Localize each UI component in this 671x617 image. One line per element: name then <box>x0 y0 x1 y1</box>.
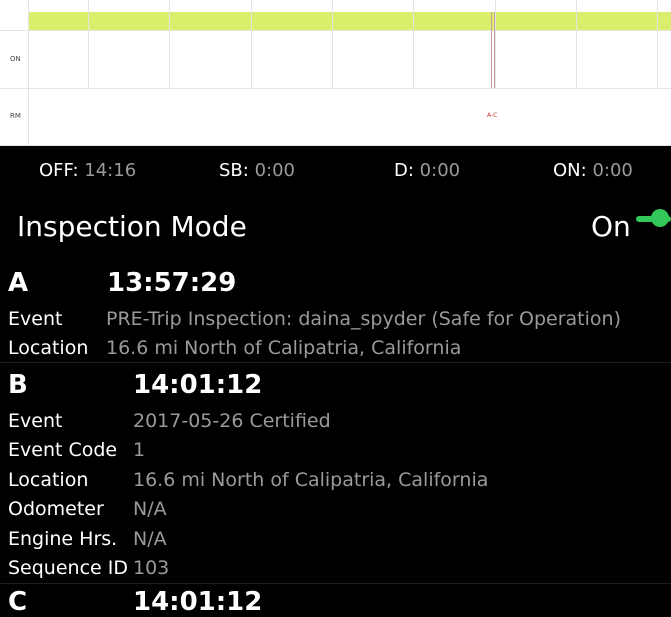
field-label-event-code: Event Code <box>8 439 118 461</box>
graph-gridline <box>332 0 333 88</box>
total-on-label: ON: <box>553 160 587 181</box>
field-value-event-code: 1 <box>133 439 146 461</box>
event-time: 14:01:12 <box>133 587 263 617</box>
field-value-sequence-id: 103 <box>133 557 170 579</box>
graph-gridline <box>251 0 252 88</box>
inspection-mode-title: Inspection Mode <box>17 210 247 243</box>
field-label-sequence-id: Sequence ID <box>8 557 128 579</box>
event-marker <box>494 12 495 88</box>
graph-gridline <box>88 0 89 88</box>
field-label-location: Location <box>8 469 89 491</box>
event-time: 13:57:29 <box>107 268 237 298</box>
total-d-value: 0:00 <box>419 160 461 181</box>
event-letter: C <box>8 587 28 617</box>
graph-gridline <box>0 88 671 89</box>
duty-status-graph: ON RM A-C <box>0 0 671 146</box>
total-off: OFF: 14:16 <box>39 160 136 181</box>
total-sb-value: 0:00 <box>254 160 295 181</box>
field-value-location: 16.6 mi North of Calipatria, California <box>106 337 462 359</box>
off-duty-bar <box>28 12 671 30</box>
total-sb-label: SB: <box>219 160 249 181</box>
graph-gridline <box>576 0 577 88</box>
field-label-engine-hours: Engine Hrs. <box>8 528 118 550</box>
graph-gridline <box>0 30 671 31</box>
graph-gridline <box>495 0 496 88</box>
event-letter: A <box>8 268 29 298</box>
total-off-label: OFF: <box>39 160 79 181</box>
field-value-engine-hours: N/A <box>133 528 167 550</box>
graph-gridline <box>169 0 170 88</box>
graph-gridline <box>657 0 658 88</box>
total-on-duty: ON: 0:00 <box>553 160 633 181</box>
field-label-event: Event <box>8 410 63 432</box>
total-off-value: 14:16 <box>84 160 137 181</box>
event-time: 14:01:12 <box>133 370 263 400</box>
field-value-odometer: N/A <box>133 498 167 520</box>
field-label-location: Location <box>8 337 89 359</box>
total-sleeper: SB: 0:00 <box>219 160 295 181</box>
row-label-remarks: RM <box>10 112 21 120</box>
field-label-event: Event <box>8 308 63 330</box>
event-divider <box>0 583 671 584</box>
event-letter: B <box>8 370 28 400</box>
field-value-location: 16.6 mi North of Calipatria, California <box>133 469 489 491</box>
event-divider <box>0 362 671 363</box>
field-label-odometer: Odometer <box>8 498 104 520</box>
total-on-value: 0:00 <box>592 160 633 181</box>
total-d-label: D: <box>394 160 414 181</box>
duty-totals: OFF: 14:16 SB: 0:00 D: 0:00 ON: 0:00 <box>0 146 671 192</box>
toggle-knob[interactable] <box>651 209 669 227</box>
event-marker <box>491 12 492 88</box>
total-driving: D: 0:00 <box>394 160 460 181</box>
event-range-label: A-C <box>487 112 498 119</box>
inspection-mode-state: On <box>591 210 631 243</box>
row-label-on: ON <box>10 55 21 63</box>
field-value-event: 2017-05-26 Certified <box>133 410 331 432</box>
field-value-event: PRE-Trip Inspection: daina_spyder (Safe … <box>106 308 621 330</box>
graph-gridline <box>28 0 29 146</box>
graph-gridline <box>413 0 414 88</box>
